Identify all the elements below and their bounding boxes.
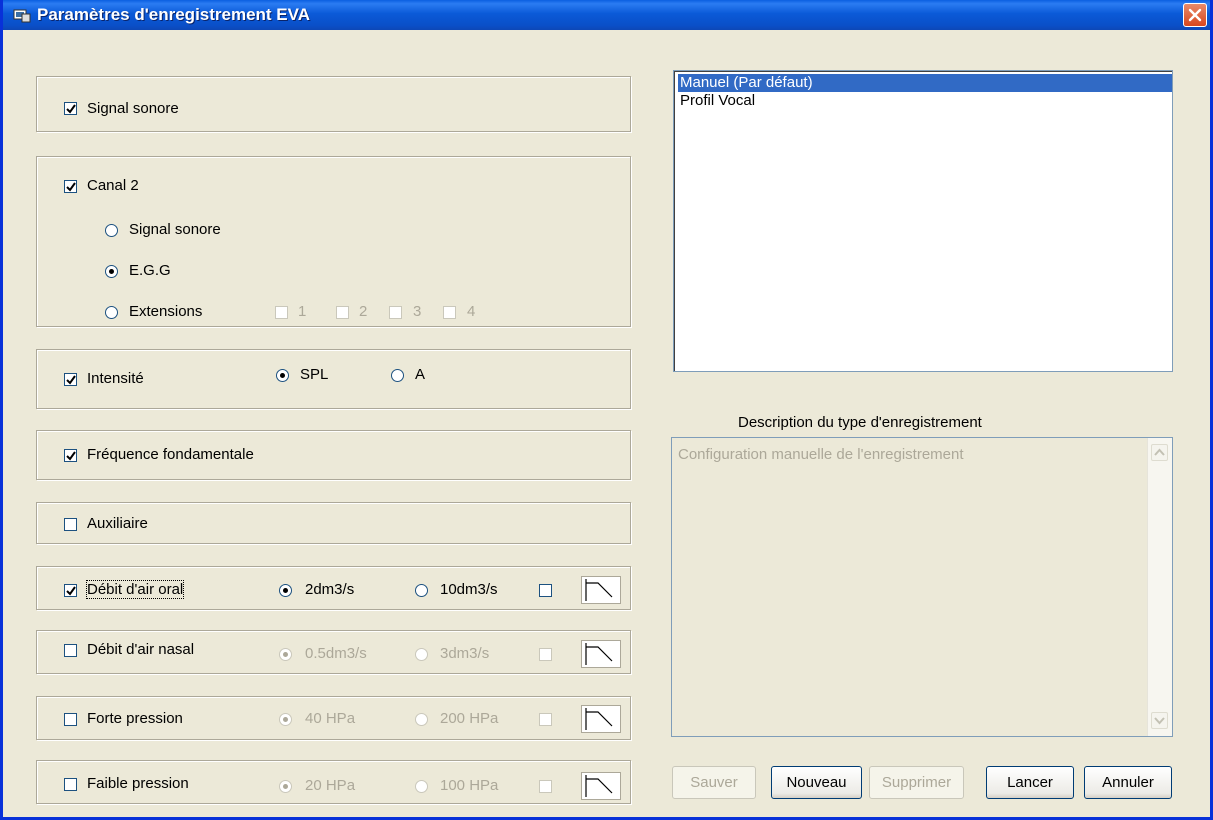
scroll-up-button[interactable] <box>1151 444 1168 461</box>
launch-button[interactable]: Lancer <box>986 766 1074 799</box>
frequence-checkbox[interactable] <box>64 449 77 462</box>
delete-button[interactable]: Supprimer <box>869 766 964 799</box>
debit-oral-2dm3-label: 2dm3/s <box>305 581 355 598</box>
lowpass-filter-icon <box>585 643 613 665</box>
forte-pression-40-label: 40 HPa <box>305 710 356 727</box>
intensite-spl-label: SPL <box>300 366 329 383</box>
debit-oral-10dm3-label: 10dm3/s <box>440 581 498 598</box>
signal-sonore-label: Signal sonore <box>87 100 179 117</box>
debit-oral-10dm3-radio[interactable] <box>415 584 428 597</box>
signal-sonore-checkbox[interactable] <box>64 102 77 115</box>
debit-nasal-label: Débit d'air nasal <box>87 641 195 658</box>
profile-item-manuel[interactable]: Manuel (Par défaut) <box>678 74 1172 92</box>
canal2-extensions-radio[interactable] <box>105 306 118 319</box>
debit-nasal-3dm3-radio[interactable] <box>415 648 428 661</box>
new-button[interactable]: Nouveau <box>771 766 862 799</box>
description-label: Description du type d'enregistrement <box>738 414 982 431</box>
debit-nasal-checkbox[interactable] <box>64 644 77 657</box>
canal2-signal-sonore-label: Signal sonore <box>129 221 221 238</box>
intensite-a-radio[interactable] <box>391 369 404 382</box>
extension-3-label: 3 <box>413 303 422 320</box>
intensite-label: Intensité <box>87 370 144 387</box>
intensite-a-label: A <box>415 366 426 383</box>
forte-pression-200-label: 200 HPa <box>440 710 499 727</box>
extension-1-label: 1 <box>298 303 307 320</box>
lowpass-filter-icon <box>585 579 613 601</box>
check-icon <box>66 586 76 596</box>
debit-oral-checkbox[interactable] <box>64 584 77 597</box>
debit-nasal-05dm3-radio[interactable] <box>279 648 292 661</box>
window-title: Paramètres d'enregistrement EVA <box>37 5 311 24</box>
faible-pression-checkbox[interactable] <box>64 778 77 791</box>
save-button[interactable]: Sauver <box>672 766 756 799</box>
description-textarea[interactable]: Configuration manuelle de l'enregistreme… <box>671 437 1173 737</box>
profile-item-profil-vocal[interactable]: Profil Vocal <box>678 92 1172 110</box>
check-icon <box>66 451 76 461</box>
canal2-checkbox[interactable] <box>64 180 77 193</box>
close-button[interactable] <box>1183 3 1207 27</box>
canal2-egg-label: E.G.G <box>129 262 171 279</box>
lowpass-filter-icon <box>585 708 613 730</box>
forte-pression-checkbox[interactable] <box>64 713 77 726</box>
extension-2-checkbox[interactable] <box>336 306 349 319</box>
auxiliaire-checkbox[interactable] <box>64 518 77 531</box>
faible-pression-filter-button[interactable] <box>581 772 621 800</box>
faible-pression-20-radio[interactable] <box>279 780 292 793</box>
faible-pression-100-radio[interactable] <box>415 780 428 793</box>
auxiliaire-label: Auxiliaire <box>87 515 148 532</box>
check-icon <box>66 182 76 192</box>
app-icon <box>13 9 31 23</box>
close-icon <box>1188 8 1202 22</box>
extension-2-label: 2 <box>359 303 368 320</box>
forte-pression-label: Forte pression <box>87 710 183 727</box>
forte-pression-200-radio[interactable] <box>415 713 428 726</box>
debit-nasal-filter-button[interactable] <box>581 640 621 668</box>
extension-1-checkbox[interactable] <box>275 306 288 319</box>
extension-3-checkbox[interactable] <box>389 306 402 319</box>
frequence-label: Fréquence fondamentale <box>87 446 254 463</box>
debit-nasal-05dm3-label: 0.5dm3/s <box>305 645 367 662</box>
check-icon <box>66 375 76 385</box>
debit-oral-filter-button[interactable] <box>581 576 621 604</box>
debit-oral-2dm3-radio[interactable] <box>279 584 292 597</box>
title-bar[interactable]: Paramètres d'enregistrement EVA <box>3 0 1210 30</box>
faible-pression-label: Faible pression <box>87 775 189 792</box>
chevron-up-icon <box>1154 448 1165 456</box>
lowpass-filter-icon <box>585 775 613 797</box>
description-scrollbar[interactable] <box>1147 438 1172 736</box>
forte-pression-40-radio[interactable] <box>279 713 292 726</box>
faible-pression-100-label: 100 HPa <box>440 777 499 794</box>
debit-nasal-filter-checkbox[interactable] <box>539 648 552 661</box>
debit-oral-label: Débit d'air oral <box>85 580 185 599</box>
check-icon <box>66 104 76 114</box>
canal2-egg-radio[interactable] <box>105 265 118 278</box>
forte-pression-filter-checkbox[interactable] <box>539 713 552 726</box>
cancel-button[interactable]: Annuler <box>1084 766 1172 799</box>
forte-pression-filter-button[interactable] <box>581 705 621 733</box>
canal2-label: Canal 2 <box>87 177 139 194</box>
canal2-extensions-label: Extensions <box>129 303 203 320</box>
description-text: Configuration manuelle de l'enregistreme… <box>678 446 964 463</box>
extension-4-label: 4 <box>467 303 476 320</box>
profile-list[interactable]: Manuel (Par défaut) Profil Vocal <box>673 70 1173 372</box>
dialog-window: Paramètres d'enregistrement EVA Signal s… <box>0 0 1213 820</box>
chevron-down-icon <box>1154 717 1165 725</box>
scroll-down-button[interactable] <box>1151 712 1168 729</box>
canal2-signal-sonore-radio[interactable] <box>105 224 118 237</box>
debit-nasal-3dm3-label: 3dm3/s <box>440 645 490 662</box>
extension-4-checkbox[interactable] <box>443 306 456 319</box>
faible-pression-20-label: 20 HPa <box>305 777 356 794</box>
intensite-spl-radio[interactable] <box>276 369 289 382</box>
intensite-checkbox[interactable] <box>64 373 77 386</box>
faible-pression-filter-checkbox[interactable] <box>539 780 552 793</box>
debit-oral-filter-checkbox[interactable] <box>539 584 552 597</box>
